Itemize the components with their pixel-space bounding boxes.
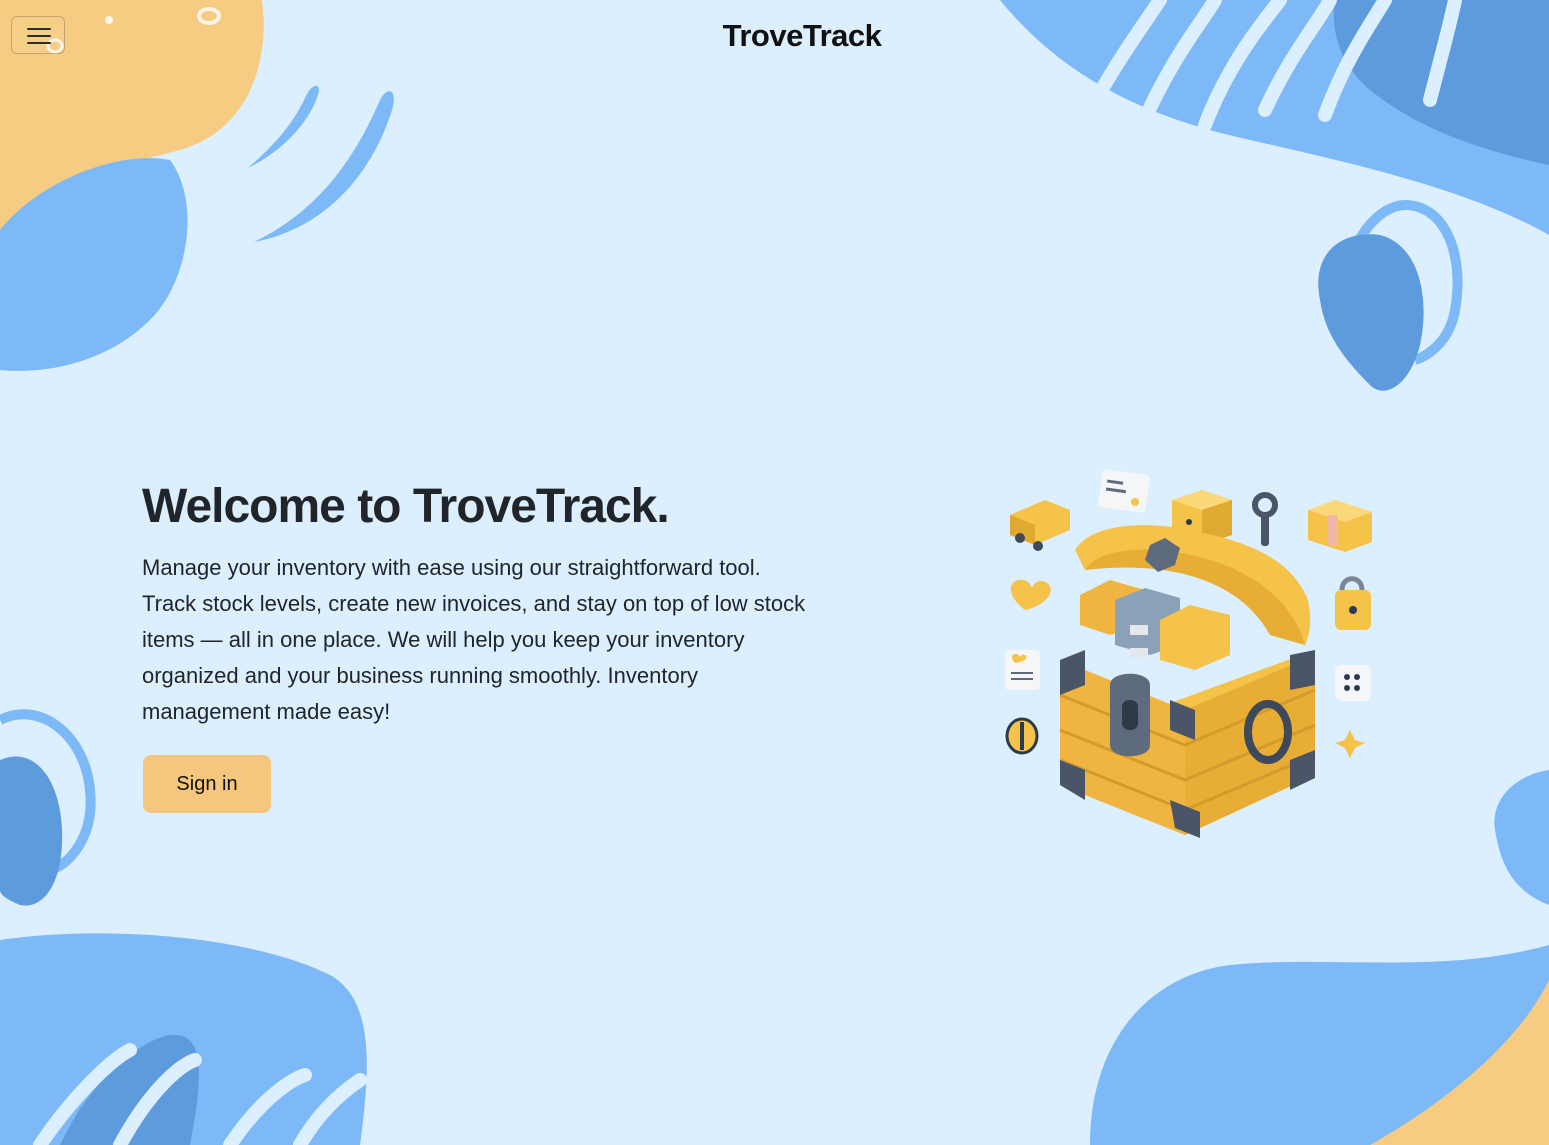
heart-icon bbox=[1010, 579, 1051, 610]
star-icon bbox=[1335, 730, 1365, 758]
note-icon bbox=[1005, 650, 1040, 690]
id-card-icon bbox=[1098, 469, 1150, 513]
hero-description: Manage your inventory with ease using ou… bbox=[142, 555, 806, 724]
page-title: Welcome to TroveTrack. bbox=[142, 480, 670, 533]
truck-icon bbox=[1010, 500, 1070, 551]
padlock-icon bbox=[1335, 576, 1371, 630]
hero-section: Welcome to TroveTrack. Manage your inven… bbox=[142, 478, 822, 730]
compass-icon bbox=[1005, 717, 1039, 755]
sign-in-button[interactable]: Sign in bbox=[143, 755, 271, 813]
top-navbar: TroveTrack bbox=[0, 0, 1549, 74]
package-icon bbox=[1308, 500, 1372, 552]
treasure-chest bbox=[1059, 525, 1316, 838]
treasure-chest-illustration bbox=[1005, 469, 1372, 838]
wrench-icon bbox=[1252, 492, 1278, 546]
brand-logo[interactable]: TroveTrack bbox=[0, 18, 1549, 54]
dice-icon bbox=[1335, 665, 1371, 701]
